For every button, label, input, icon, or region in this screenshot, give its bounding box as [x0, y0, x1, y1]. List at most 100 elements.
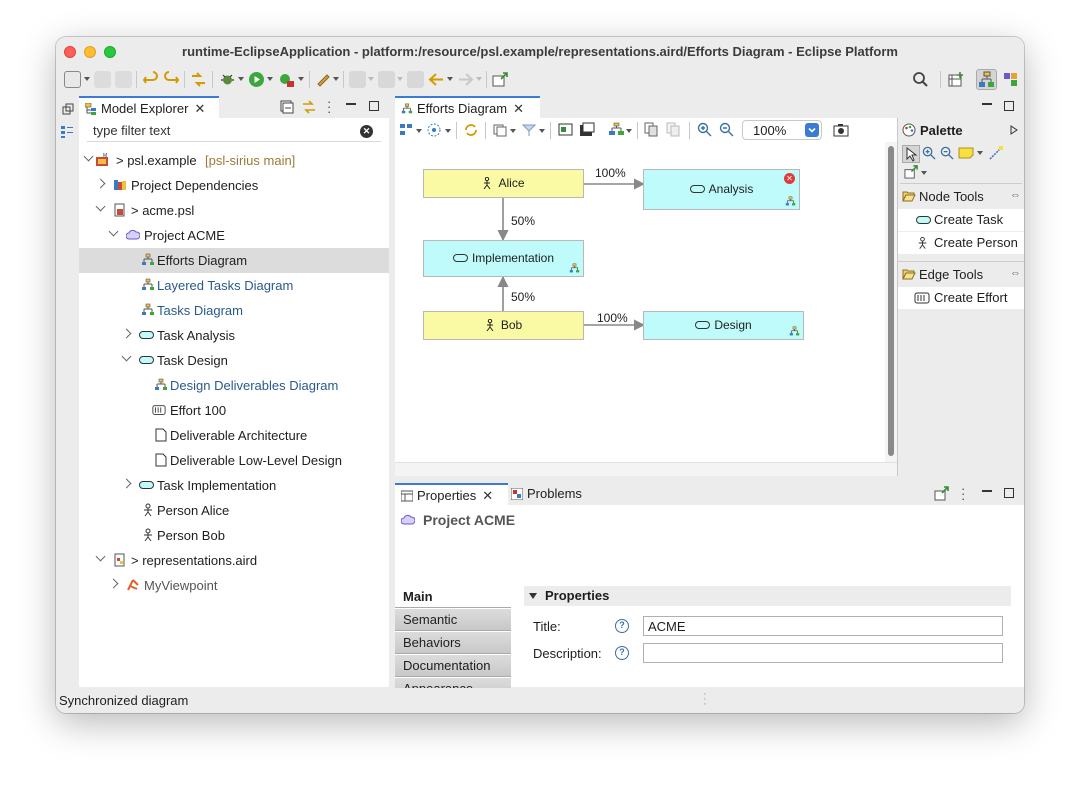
vertical-scrollbar[interactable] — [885, 142, 897, 462]
zoom-dropdown-button[interactable] — [805, 123, 819, 137]
add-representation-dropdown-icon[interactable] — [921, 171, 927, 175]
tab-efforts-diagram[interactable]: Efforts Diagram ✕ — [395, 96, 540, 118]
maximize-view-button[interactable] — [1004, 488, 1014, 498]
clear-filter-icon[interactable]: ✕ — [360, 125, 373, 138]
tab-model-explorer[interactable]: Model Explorer ✕ — [79, 96, 219, 118]
edge-tools-header[interactable]: Edge Tools ⇔ — [898, 264, 1024, 286]
java-perspective-icon[interactable] — [1002, 71, 1019, 88]
outline-icon[interactable] — [60, 125, 74, 139]
external-tools-dropdown-icon[interactable] — [298, 77, 304, 81]
view-menu-icon[interactable]: · · · — [327, 95, 331, 118]
props-tab-documentation[interactable]: Documentation — [395, 655, 511, 677]
tree-item-task-implementation[interactable]: Task Implementation — [79, 473, 389, 498]
run-icon[interactable] — [248, 71, 265, 88]
tree-item-deliverable-low-level-design[interactable]: Deliverable Low-Level Design — [79, 448, 389, 473]
search-tool-dropdown-icon[interactable] — [333, 77, 339, 81]
search-tool-icon[interactable] — [315, 71, 332, 88]
tree-item-person-bob[interactable]: Person Bob — [79, 523, 389, 548]
pin-view-icon[interactable] — [934, 486, 949, 501]
close-tab-icon[interactable]: ✕ — [513, 101, 524, 116]
new-dropdown-icon[interactable] — [84, 77, 90, 81]
tree-item-representations-aird[interactable]: > representations.aird — [79, 548, 389, 573]
tree-item-acme-psl[interactable]: > acme.psl — [79, 198, 389, 223]
pin-drawer-icon[interactable]: ⇔ — [1010, 189, 1021, 201]
annotation-prev-dropdown-icon[interactable] — [397, 77, 403, 81]
export-image-icon[interactable] — [558, 122, 573, 137]
chevron-down-icon[interactable] — [83, 151, 94, 162]
props-tab-behaviors[interactable]: Behaviors — [395, 632, 511, 654]
scrollbar-thumb[interactable] — [888, 146, 894, 456]
node-tools-header[interactable]: Node Tools ⇔ — [898, 186, 1024, 208]
sub-diagram-icon[interactable] — [789, 326, 800, 337]
annotation-next-icon[interactable] — [349, 71, 366, 88]
tree-item-psl-example[interactable]: M > psl.example [psl-sirius main] — [79, 148, 389, 173]
tree-item-efforts-diagram[interactable]: Efforts Diagram — [79, 248, 389, 273]
title-field[interactable]: ACME — [643, 616, 1003, 636]
zoom-out-tool-icon[interactable] — [940, 146, 954, 160]
new-icon[interactable] — [64, 71, 81, 88]
tree-item-task-design[interactable]: Task Design — [79, 348, 389, 373]
layer-dropdown-icon[interactable] — [416, 129, 422, 133]
help-icon[interactable]: ? — [615, 619, 629, 633]
maximize-editor-button[interactable] — [1004, 101, 1014, 111]
hide-palette-icon[interactable] — [1010, 125, 1018, 135]
pin-drawer-icon[interactable]: ⇔ — [1010, 267, 1021, 279]
tree-item-task-analysis[interactable]: Task Analysis — [79, 323, 389, 348]
edge-label[interactable]: 50% — [511, 214, 535, 228]
search-icon[interactable] — [912, 71, 929, 88]
collapse-all-icon[interactable] — [280, 100, 294, 114]
tree-item-layered-tasks-diagram[interactable]: Layered Tasks Diagram — [79, 273, 389, 298]
link-with-editor-icon[interactable] — [302, 100, 316, 114]
sub-diagram-icon[interactable] — [569, 263, 580, 274]
arrange-icon[interactable] — [493, 123, 507, 137]
tree-item-project-acme[interactable]: Project ACME — [79, 223, 389, 248]
chevron-down-icon[interactable] — [95, 551, 106, 562]
annotation-next-dropdown-icon[interactable] — [368, 77, 374, 81]
tree-item-deliverable-architecture[interactable]: Deliverable Architecture — [79, 423, 389, 448]
node-bob[interactable]: Bob — [423, 311, 584, 340]
zoom-in-icon[interactable] — [697, 122, 712, 137]
last-edit-icon[interactable] — [407, 71, 424, 88]
chevron-right-icon[interactable] — [108, 578, 119, 589]
save-icon[interactable] — [94, 71, 111, 88]
undo-icon[interactable] — [142, 71, 159, 88]
restore-icon[interactable] — [62, 103, 74, 115]
note-attachment-icon[interactable] — [988, 145, 1004, 161]
node-implementation[interactable]: Implementation — [423, 240, 584, 277]
tree-item-project-dependencies[interactable]: Project Dependencies — [79, 173, 389, 198]
unpin-icon[interactable] — [666, 122, 681, 137]
tree-item-myviewpoint[interactable]: MyViewpoint — [79, 573, 389, 598]
annotation-prev-icon[interactable] — [378, 71, 395, 88]
zoom-out-icon[interactable] — [719, 122, 734, 137]
edge-label[interactable]: 50% — [511, 290, 535, 304]
pin-icon[interactable] — [644, 122, 659, 137]
diagram-canvas[interactable]: 100% 50% 50% 100% Alice Analysis ✕ Imple… — [395, 142, 897, 476]
tab-properties[interactable]: Properties ✕ — [395, 483, 508, 505]
view-menu-icon[interactable]: · · · — [961, 482, 965, 505]
sirius-perspective-icon[interactable] — [978, 71, 995, 88]
tree-item-person-alice[interactable]: Person Alice — [79, 498, 389, 523]
refactor-icon[interactable] — [190, 71, 207, 88]
edge-label[interactable]: 100% — [595, 166, 626, 180]
props-tab-semantic[interactable]: Semantic — [395, 609, 511, 631]
open-perspective-icon[interactable] — [948, 71, 965, 88]
create-task-tool[interactable]: Create Task — [898, 209, 1024, 231]
chevron-down-icon[interactable] — [121, 351, 132, 362]
external-tools-icon[interactable] — [278, 71, 295, 88]
chevron-down-icon[interactable] — [108, 226, 119, 237]
minimize-view-button[interactable] — [346, 101, 356, 105]
note-tool-icon[interactable] — [958, 147, 974, 159]
debug-dropdown-icon[interactable] — [238, 77, 244, 81]
layout-dropdown-icon[interactable] — [626, 129, 632, 133]
copy-format-icon[interactable] — [579, 122, 595, 138]
filter-input[interactable]: type filter text ✕ — [87, 120, 381, 142]
maximize-view-button[interactable] — [369, 101, 379, 111]
tree-item-effort-100[interactable]: Effort 100 — [79, 398, 389, 423]
chevron-right-icon[interactable] — [121, 478, 132, 489]
chevron-down-icon[interactable] — [95, 201, 106, 212]
tree-item-tasks-diagram[interactable]: Tasks Diagram — [79, 298, 389, 323]
description-field[interactable] — [643, 643, 1003, 663]
edge-label[interactable]: 100% — [597, 311, 628, 325]
select-icon[interactable] — [521, 122, 537, 138]
close-tab-icon[interactable]: ✕ — [194, 101, 205, 116]
